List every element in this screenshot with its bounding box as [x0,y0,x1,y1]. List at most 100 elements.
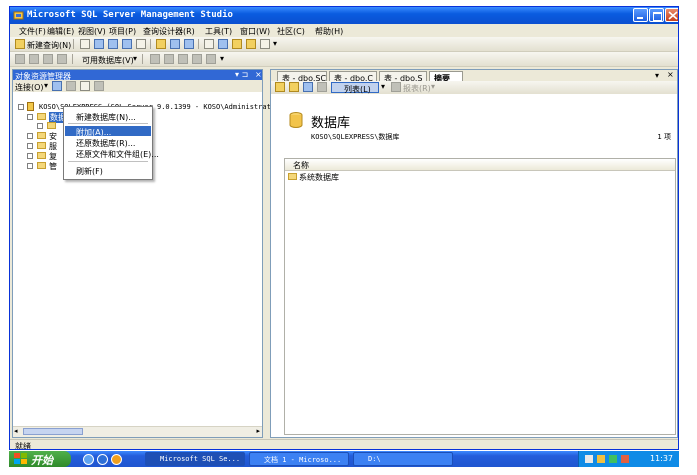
tray-icon[interactable] [621,455,629,463]
menu-help[interactable]: 帮助(H) [315,26,343,37]
refresh-icon[interactable] [303,82,313,92]
start-button[interactable]: 开始 [9,451,71,467]
taskbar-item-word[interactable]: 文档 1 - Microso... [249,452,349,466]
tab-summary[interactable]: 摘要 [429,71,463,83]
tab-list-icon[interactable]: ▾ [655,71,659,80]
query-toolbar: 可用数据库(V) ▾ ▾ [10,52,678,67]
scrollbar-thumb[interactable] [23,428,83,435]
scroll-right-icon[interactable]: ▸ [256,427,260,435]
taskbar-item-label: Microsoft SQL Se... [160,455,241,463]
toolbar-separator [198,39,199,49]
registered-servers-icon[interactable] [204,39,214,49]
properties-icon[interactable] [246,39,256,49]
tab-table-s[interactable]: 表 - dbo.S [379,71,427,83]
chevron-down-icon[interactable]: ▾ [431,82,435,91]
scroll-left-icon[interactable]: ◂ [14,427,18,435]
tray-icon[interactable] [585,455,593,463]
up-folder-icon[interactable] [275,82,285,92]
filter-icon[interactable] [94,81,104,91]
disconnect-icon[interactable] [52,81,62,91]
menu-item-restore-database[interactable]: 还原数据库(R)... [65,137,151,148]
quick-launch-ie-icon[interactable] [83,454,94,465]
toolbox-icon[interactable] [260,39,270,49]
summary-list: 名称 系统数据库 [284,158,676,435]
filter-icon[interactable] [317,82,327,92]
toolbar-overflow-icon[interactable]: ▾ [273,39,277,48]
taskbar-item-ssms[interactable]: Microsoft SQL Se... [145,452,245,466]
sync-icon[interactable] [289,82,299,92]
collapse-icon[interactable] [27,114,33,120]
list-view-button[interactable]: 列表(L) [331,82,379,94]
minimize-icon [637,17,643,19]
cancel-query-icon [178,54,188,64]
object-explorer-icon[interactable] [218,39,228,49]
close-button[interactable] [665,8,678,22]
open-icon[interactable] [156,39,166,49]
menu-file[interactable]: 文件(F) [19,26,46,37]
folder-icon [288,173,297,180]
taskbar-item-label: D:\ [368,455,381,463]
mdx-query-icon[interactable] [122,39,132,49]
horizontal-scrollbar[interactable]: ◂ ▸ [13,426,262,437]
chevron-down-icon[interactable]: ▾ [133,54,137,63]
available-databases-dropdown[interactable]: 可用数据库(V) [82,55,134,66]
collapse-icon[interactable] [18,104,24,110]
minimize-button[interactable] [633,8,648,22]
chevron-down-icon[interactable]: ▾ [381,82,385,91]
pane-menu-icon[interactable]: ▾ ⊐ [235,70,248,79]
toolbar-separator [73,39,74,49]
menu-item-attach[interactable]: 附加(A)... [65,126,151,137]
server-icon [27,102,34,111]
expand-icon[interactable] [27,133,33,139]
menu-community[interactable]: 社区(C) [277,26,305,37]
menu-view[interactable]: 视图(V) [78,26,106,37]
refresh-icon[interactable] [80,81,90,91]
tray-icon[interactable] [609,455,617,463]
new-file-icon[interactable] [80,39,90,49]
new-query-button[interactable]: 新建查询(N) [27,40,71,51]
quick-launch-media-icon[interactable] [111,454,122,465]
database-icon [289,112,303,128]
expand-icon[interactable] [27,163,33,169]
expand-icon[interactable] [37,123,43,129]
ssms-app-icon [13,11,24,20]
menu-tools[interactable]: 工具(T) [205,26,232,37]
menu-query-designer[interactable]: 查询设计器(R) [143,26,195,37]
execute-icon [150,54,160,64]
list-header-name[interactable]: 名称 [285,159,675,171]
start-label: 开始 [31,454,53,467]
object-explorer-toolbar: 连接(O) ▾ [13,80,262,92]
maximize-button[interactable] [649,8,664,22]
toolbar-overflow-icon[interactable]: ▾ [220,54,224,63]
taskbar-item-explorer[interactable]: D:\ [353,452,453,466]
expand-icon[interactable] [27,143,33,149]
menu-window[interactable]: 窗口(W) [240,26,270,37]
menu-item-refresh[interactable]: 刷新(F) [65,165,151,176]
db-engine-query-icon[interactable] [94,39,104,49]
chevron-down-icon[interactable]: ▾ [44,81,48,90]
list-item[interactable]: 系统数据库 [288,172,408,182]
xmla-query-icon[interactable] [136,39,146,49]
report-button[interactable]: 报表(R) [403,83,431,94]
tab-table-c[interactable]: 表 - dbo.C [329,71,377,83]
quick-launch-desktop-icon[interactable] [97,454,108,465]
close-tab-icon[interactable]: × [667,70,674,79]
tree-node-label: 管 [49,162,57,171]
save-all-icon[interactable] [184,39,194,49]
save-icon[interactable] [170,39,180,49]
stop-icon[interactable] [66,81,76,91]
expand-icon[interactable] [27,153,33,159]
tray-icon[interactable] [597,455,605,463]
toolbar-separator [72,54,73,64]
tab-table-sc[interactable]: 表 - dbo.SC [277,71,327,83]
pane-close-icon[interactable]: × [255,70,262,79]
folder-icon [37,152,46,159]
menu-project[interactable]: 项目(P) [109,26,136,37]
analysis-query-icon[interactable] [108,39,118,49]
template-explorer-icon[interactable] [232,39,242,49]
toolbar-separator [150,39,151,49]
menu-item-restore-files[interactable]: 还原文件和文件组(E)... [65,148,159,159]
menu-item-new-database[interactable]: 新建数据库(N)... [65,111,151,122]
connect-button[interactable]: 连接(O) [15,82,44,93]
menu-edit[interactable]: 编辑(E) [47,26,74,37]
